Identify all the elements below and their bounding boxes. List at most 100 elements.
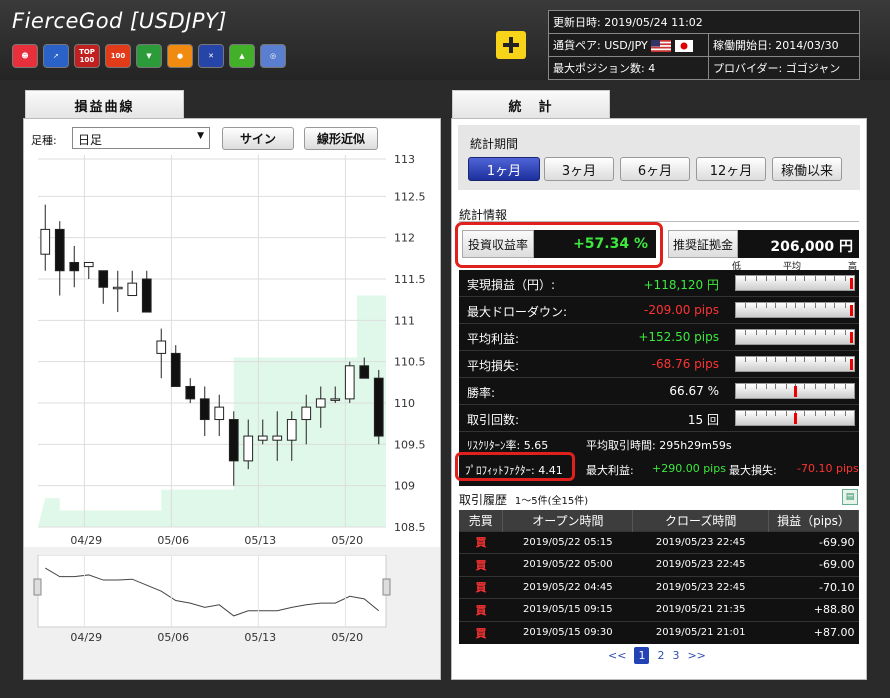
close-time-cell: 2019/05/23 22:45 — [632, 575, 769, 599]
history-header[interactable]: 損益（pips） — [768, 510, 859, 531]
globe-icon[interactable]: ◎ — [260, 44, 286, 68]
stat-label: 最大ドローダウン: — [467, 305, 568, 319]
pl-cell: +87.00 — [768, 620, 859, 644]
timeframe-select[interactable]: 日足 ▼ — [72, 127, 210, 149]
smile-icon[interactable]: ☻ — [12, 44, 38, 68]
tree-icon[interactable]: ▲ — [229, 44, 255, 68]
linear-approx-button[interactable]: 線形近似 — [304, 127, 378, 150]
stat-row: 勝率: 66.67 % — [459, 378, 859, 405]
side-cell: 買 — [459, 575, 503, 599]
table-row[interactable]: 買 2019/05/22 05:15 2019/05/23 22:45 -69.90 — [459, 530, 859, 554]
margin-value: 206,000 円 — [738, 230, 859, 258]
period-button-1[interactable]: 3ヶ月 — [544, 157, 614, 181]
stat-label: 平均損失: — [467, 359, 520, 373]
stat-value: -209.00 pips — [644, 303, 719, 317]
candle-body[interactable] — [69, 261, 80, 272]
candle-body[interactable] — [228, 419, 239, 462]
candle-body[interactable] — [301, 406, 312, 421]
candle-body[interactable] — [315, 398, 326, 408]
page-3[interactable]: 3 — [672, 649, 679, 662]
risk-return: ﾘｽｸﾘﾀｰﾝ率: 5.65 — [467, 439, 549, 452]
side-cell: 買 — [459, 553, 503, 576]
candle-body[interactable] — [214, 406, 225, 421]
candle-body[interactable] — [40, 228, 51, 255]
add-favorite-button[interactable] — [496, 31, 526, 59]
candle-body[interactable] — [373, 377, 384, 437]
max-loss-value: -70.10 pips — [797, 462, 859, 475]
stat-value: +152.50 pips — [638, 330, 719, 344]
pl-cell: -69.90 — [768, 530, 859, 554]
nav-tick-label: 05/20 — [331, 631, 363, 644]
y-tick-label: 110 — [394, 397, 415, 410]
period-box: 統計期間 1ヶ月 3ヶ月 6ヶ月 12ヶ月 稼働以来 — [458, 125, 860, 190]
candle-body[interactable] — [54, 228, 65, 272]
side-cell: 買 — [459, 620, 503, 644]
candle-body[interactable] — [83, 261, 94, 268]
navigator-right-handle[interactable] — [382, 578, 391, 596]
table-row[interactable]: 買 2019/05/22 05:00 2019/05/23 22:45 -69.00 — [459, 553, 859, 576]
x-tick-label: 05/06 — [157, 534, 189, 547]
candle-body[interactable] — [257, 435, 268, 441]
table-row[interactable]: 買 2019/05/15 09:15 2019/05/21 21:35 +88.80 — [459, 598, 859, 621]
us-flag-icon — [651, 40, 672, 52]
history-header[interactable]: オープン時間 — [502, 510, 634, 531]
candle-body[interactable] — [170, 352, 181, 387]
period-button-4[interactable]: 稼働以来 — [772, 157, 842, 181]
period-button-3[interactable]: 12ヶ月 — [696, 157, 766, 181]
candle-body[interactable] — [199, 398, 210, 421]
candle-body[interactable] — [330, 398, 341, 401]
flame100-icon[interactable]: 100 — [105, 44, 131, 68]
candle-body[interactable] — [243, 435, 254, 462]
candle-body[interactable] — [185, 385, 196, 400]
page-1[interactable]: 1 — [634, 647, 650, 664]
candle-body[interactable] — [127, 282, 138, 297]
updated-time: 更新日時: 2019/05/24 11:02 — [548, 10, 860, 34]
candle-body[interactable] — [344, 365, 355, 400]
table-row[interactable]: 買 2019/05/15 09:30 2019/05/21 21:01 +87.00 — [459, 620, 859, 644]
close-time-cell: 2019/05/21 21:35 — [632, 598, 769, 621]
candle-body[interactable] — [156, 340, 167, 354]
navigator-chart[interactable]: 04/29 05/06 05/13 05/20 — [24, 555, 440, 655]
history-header[interactable]: 売買 — [459, 510, 504, 531]
open-time-cell: 2019/05/22 05:15 — [502, 530, 633, 554]
stat-gauge — [735, 383, 855, 399]
ea-title: FierceGod [USDJPY] — [12, 9, 228, 33]
candle-body[interactable] — [98, 270, 109, 288]
tab-pl-curve[interactable]: 損益曲線 — [25, 90, 184, 120]
history-header[interactable]: クローズ時間 — [632, 510, 770, 531]
top100-icon[interactable]: TOP 100 — [74, 44, 100, 68]
pf-highlight — [455, 452, 575, 481]
rocket-icon[interactable]: ➚ — [43, 44, 69, 68]
navigator-left-handle[interactable] — [33, 578, 42, 596]
page-prev[interactable]: << — [608, 649, 626, 662]
page-next[interactable]: >> — [687, 649, 705, 662]
candle-body[interactable] — [359, 365, 370, 379]
stat-label: 実現損益（円）: — [467, 278, 556, 292]
tab-statistics[interactable]: 統 計 — [452, 90, 610, 120]
page-2[interactable]: 2 — [657, 649, 664, 662]
x-tick-label: 05/13 — [244, 534, 276, 547]
candle-body[interactable] — [112, 286, 123, 290]
beginner-icon[interactable]: ▼ — [136, 44, 162, 68]
candle-body[interactable] — [286, 419, 297, 441]
currency-pair: 通貨ペア: USD/JPY — [548, 33, 709, 57]
y-tick-label: 110.5 — [394, 356, 426, 369]
start-date: 稼働開始日: 2014/03/30 — [708, 33, 860, 57]
table-row[interactable]: 買 2019/05/22 04:45 2019/05/23 22:45 -70.10 — [459, 575, 859, 599]
stat-row: 平均利益: +152.50 pips — [459, 324, 859, 351]
candle-body[interactable] — [141, 278, 152, 313]
close-time-cell: 2019/05/21 21:01 — [632, 620, 769, 644]
period-button-0[interactable]: 1ヶ月 — [468, 157, 540, 181]
roi-label: 投資収益率 — [462, 230, 534, 258]
period-button-2[interactable]: 6ヶ月 — [620, 157, 690, 181]
roi-value: +57.34 % — [534, 230, 656, 258]
candle-body[interactable] — [272, 435, 283, 441]
orange-ball-icon[interactable]: ● — [167, 44, 193, 68]
max-profit-label: 最大利益: — [586, 464, 634, 477]
sign-button[interactable]: サイン — [222, 127, 294, 150]
excel-export-icon[interactable]: ▤ — [842, 489, 858, 505]
history-range: 1～5件(全15件) — [514, 496, 589, 507]
runner-icon[interactable]: ✕ — [198, 44, 224, 68]
trade-history-table: 売買 オープン時間 クローズ時間 損益（pips） 買 2019/05/22 05:15… — [459, 510, 859, 644]
pl-curve-chart[interactable]: 113 112.5 112 111.5 111 110.5 110 109.5 109 108.5… — [24, 155, 440, 547]
